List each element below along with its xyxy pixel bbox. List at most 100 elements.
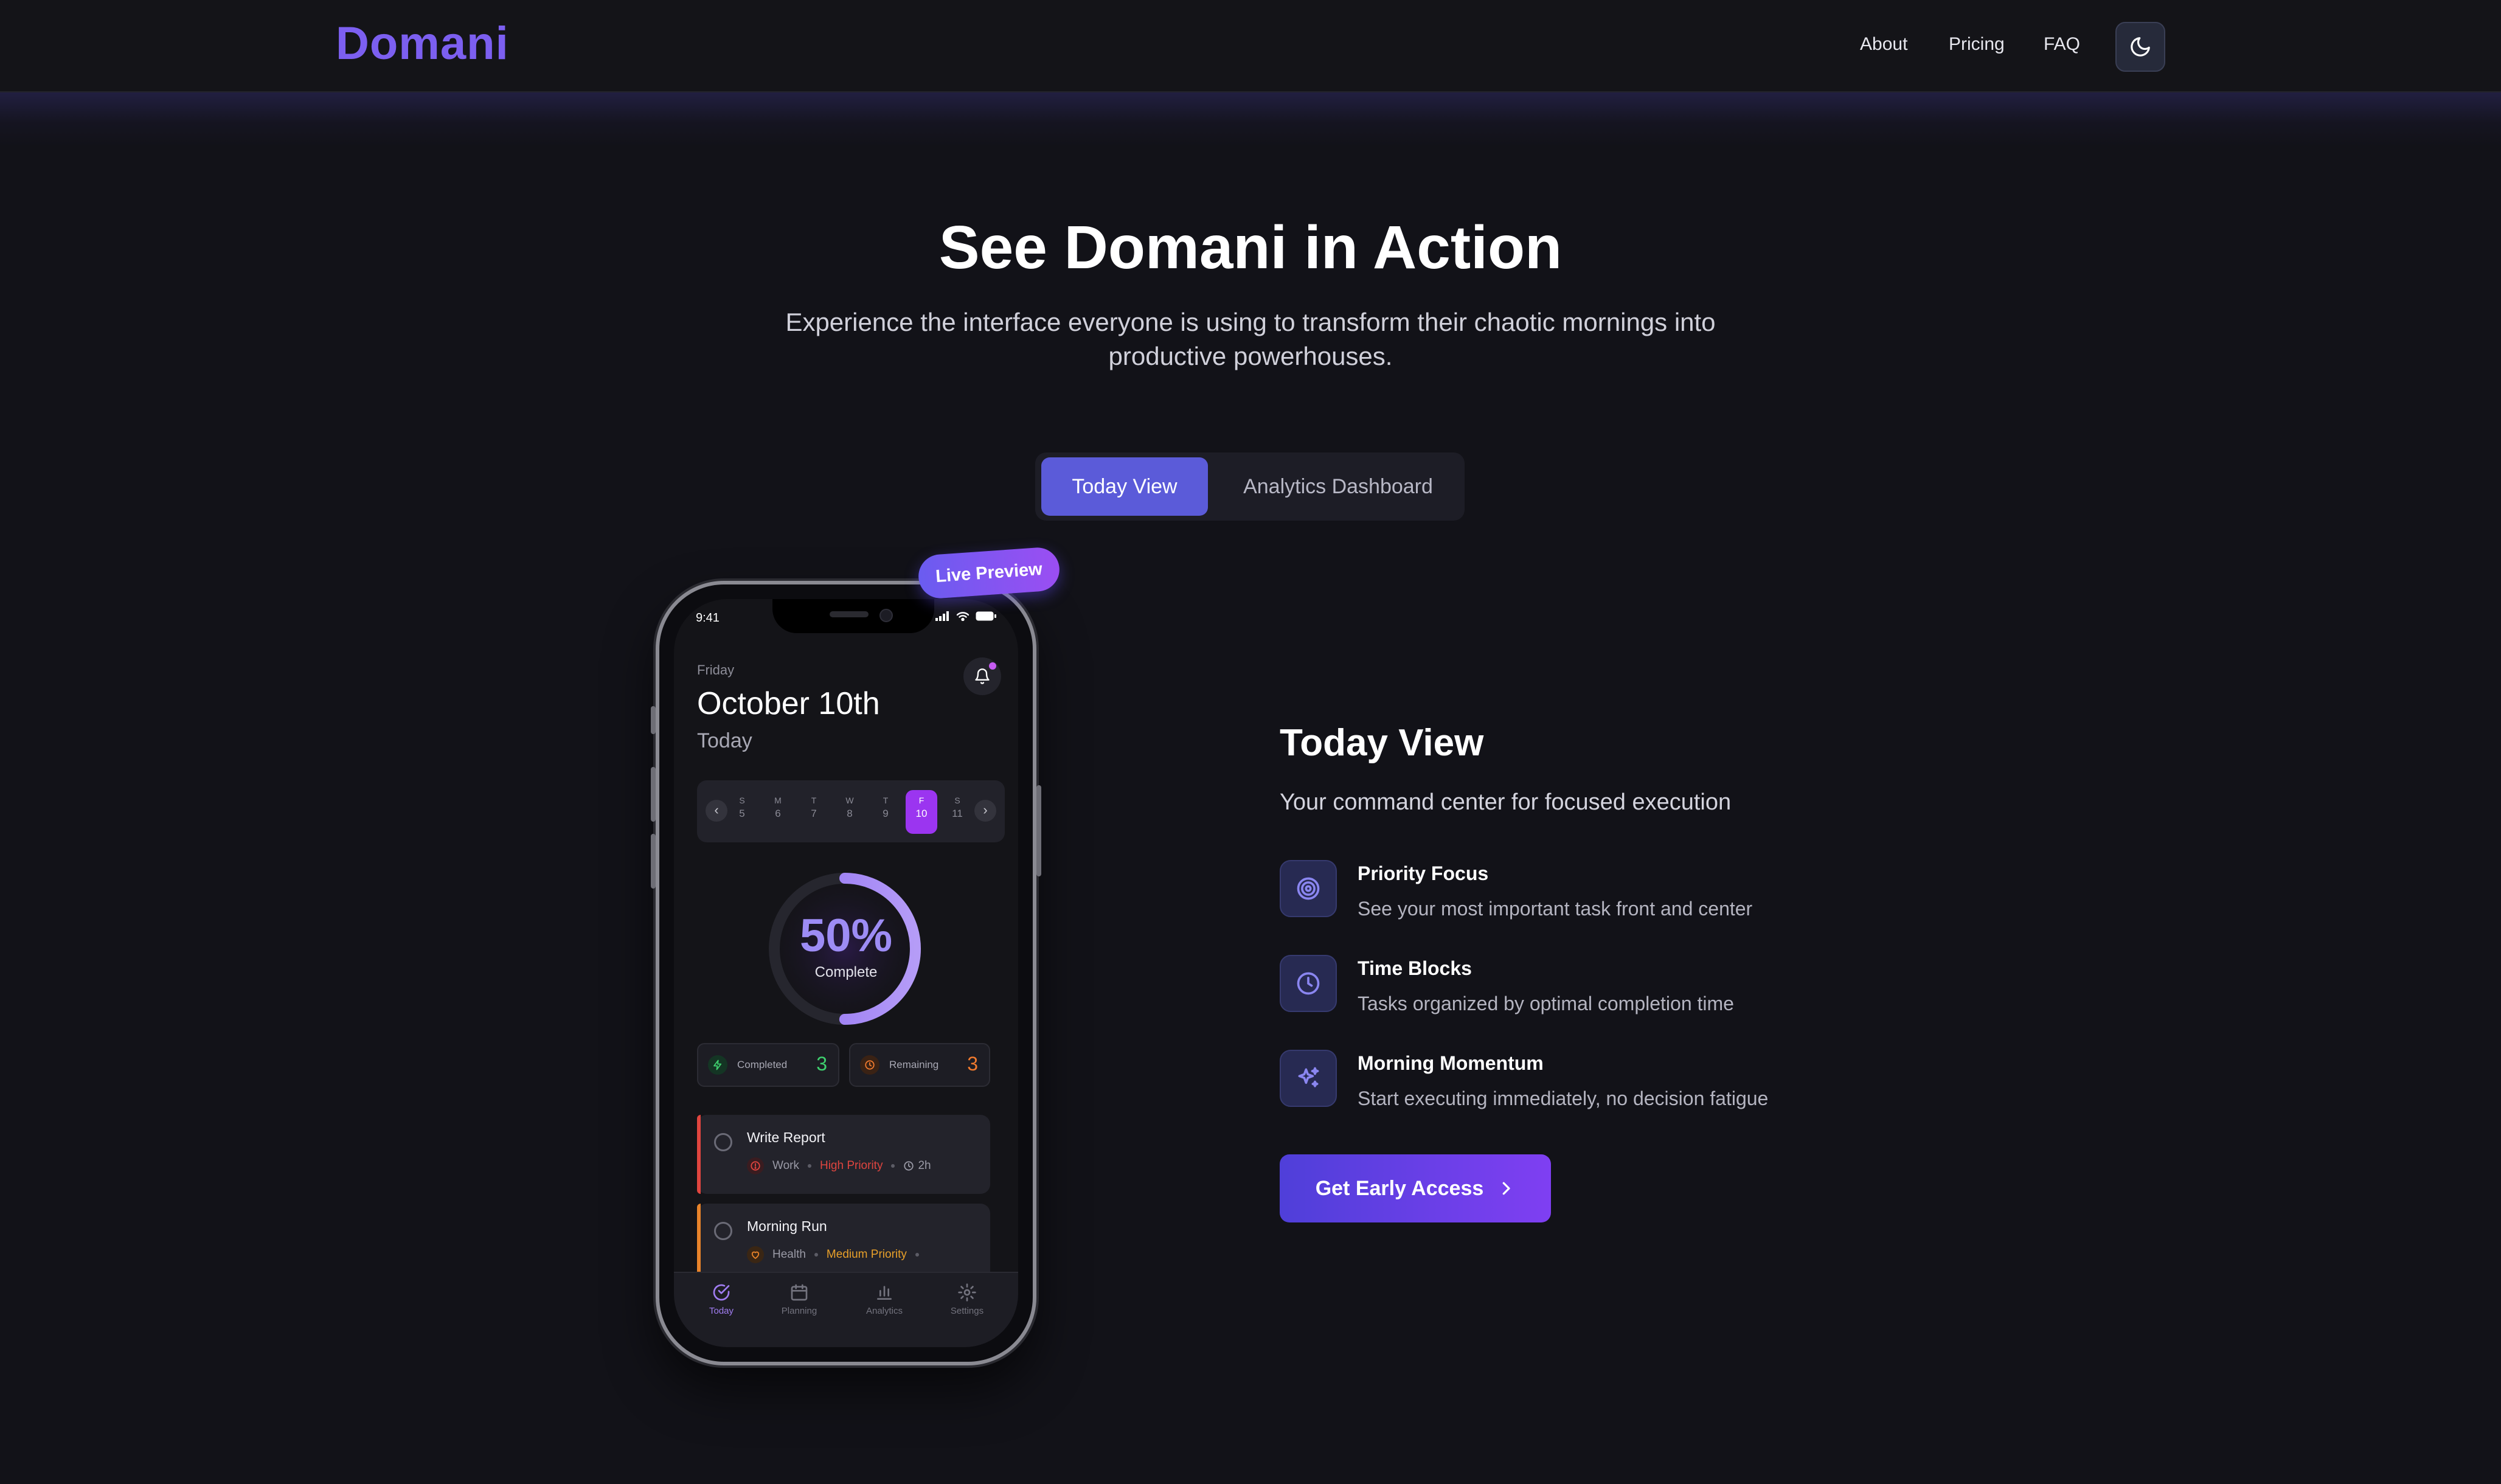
get-early-access-button[interactable]: Get Early Access bbox=[1280, 1154, 1551, 1222]
cta-label: Get Early Access bbox=[1315, 1176, 1484, 1200]
task-priority: High Priority bbox=[819, 1159, 883, 1172]
tabbar-label: Analytics bbox=[865, 1306, 903, 1316]
chevron-right-icon bbox=[1502, 1182, 1510, 1195]
week-day-selected[interactable]: F 10 bbox=[906, 790, 937, 834]
signal-icon bbox=[935, 611, 949, 621]
week-strip: ‹ S5 M6 T7 W8 T9 F 10 S 11 › bbox=[697, 780, 1005, 842]
battery-icon bbox=[976, 611, 996, 621]
week-day[interactable]: S5 bbox=[730, 794, 754, 820]
nav-link-about[interactable]: About bbox=[1860, 34, 1907, 55]
remaining-count: 3 bbox=[967, 1053, 978, 1075]
speaker-grille bbox=[830, 611, 869, 617]
phone-today-label: Today bbox=[697, 729, 752, 752]
target-icon bbox=[1280, 860, 1337, 917]
tabbar-planning[interactable]: Planning bbox=[763, 1283, 836, 1316]
clock-icon bbox=[860, 1055, 879, 1075]
completed-count: 3 bbox=[816, 1053, 827, 1075]
week-day[interactable]: M6 bbox=[766, 794, 790, 820]
tab-analytics-dashboard[interactable]: Analytics Dashboard bbox=[1218, 457, 1459, 516]
gear-icon bbox=[958, 1283, 976, 1302]
feature-title: Time Blocks bbox=[1358, 957, 1472, 979]
theme-toggle-button[interactable] bbox=[2115, 22, 2165, 72]
clock-icon bbox=[1280, 955, 1337, 1012]
camera-icon bbox=[879, 609, 893, 622]
calendar-icon bbox=[791, 1284, 808, 1301]
phone-tab-bar: Today Planning Analytics Settings bbox=[674, 1272, 1018, 1347]
phone-screen: 9:41 Friday October 10th Today ‹ S5 M6 T… bbox=[674, 599, 1018, 1347]
task-duration: 2h bbox=[918, 1159, 931, 1172]
feature-description: See your most important task front and c… bbox=[1358, 898, 1753, 920]
phone-day-label: Friday bbox=[697, 662, 735, 678]
tabbar-settings[interactable]: Settings bbox=[931, 1283, 1004, 1316]
view-tabs: Today View Analytics Dashboard bbox=[1035, 452, 1465, 521]
task-title: Write Report bbox=[747, 1129, 825, 1145]
feature-panel-subtitle: Your command center for focused executio… bbox=[1280, 789, 1732, 815]
phone-power-button bbox=[1036, 785, 1041, 876]
progress-percent: 50% bbox=[799, 910, 893, 962]
phone-date-title: October 10th bbox=[697, 686, 880, 721]
priority-bar bbox=[697, 1204, 701, 1283]
moon-icon bbox=[2131, 37, 2150, 57]
week-day[interactable]: T9 bbox=[873, 794, 898, 820]
task-checkbox[interactable] bbox=[714, 1133, 732, 1151]
nav-link-faq[interactable]: FAQ bbox=[2044, 34, 2080, 55]
phone-mute-switch bbox=[651, 706, 656, 734]
section-title: See Domani in Action bbox=[938, 213, 1563, 282]
sparkles-icon bbox=[1280, 1050, 1337, 1107]
clock-icon bbox=[904, 1161, 914, 1171]
task-title: Morning Run bbox=[747, 1218, 827, 1234]
live-preview-badge: Live Preview bbox=[917, 546, 1061, 600]
priority-bar bbox=[697, 1115, 701, 1194]
separator-dot bbox=[891, 1164, 895, 1168]
status-time: 9:41 bbox=[696, 611, 720, 625]
task-category: Work bbox=[772, 1159, 799, 1172]
phone-volume-up bbox=[651, 767, 656, 822]
notification-button[interactable] bbox=[963, 657, 1001, 695]
next-week-button[interactable]: › bbox=[974, 800, 996, 822]
check-circle-icon bbox=[713, 1284, 730, 1301]
feature-title: Morning Momentum bbox=[1358, 1052, 1544, 1074]
tabbar-today[interactable]: Today bbox=[685, 1283, 758, 1316]
separator-dot bbox=[915, 1253, 919, 1257]
lightning-icon bbox=[708, 1055, 727, 1075]
week-day[interactable]: W8 bbox=[838, 794, 862, 820]
tab-today-view[interactable]: Today View bbox=[1041, 457, 1208, 516]
tabbar-analytics[interactable]: Analytics bbox=[848, 1283, 921, 1316]
task-priority: Medium Priority bbox=[826, 1248, 907, 1261]
tabbar-label: Planning bbox=[781, 1306, 817, 1316]
task-card[interactable]: Write Report Work High Priority 2h bbox=[697, 1115, 990, 1194]
phone-mockup: 9:41 Friday October 10th Today ‹ S5 M6 T… bbox=[651, 581, 1041, 1365]
task-checkbox[interactable] bbox=[714, 1222, 732, 1240]
week-day[interactable]: T7 bbox=[802, 794, 826, 820]
prev-week-button[interactable]: ‹ bbox=[706, 800, 727, 822]
phone-notch bbox=[772, 599, 934, 633]
tabbar-label: Today bbox=[709, 1306, 734, 1316]
tabbar-label: Settings bbox=[950, 1306, 984, 1316]
top-nav: Domani About Pricing FAQ bbox=[0, 0, 2501, 92]
bell-icon bbox=[975, 668, 990, 684]
bar-chart-icon bbox=[877, 1286, 892, 1300]
heart-icon bbox=[747, 1246, 764, 1263]
feature-title: Priority Focus bbox=[1358, 862, 1489, 884]
header-glow bbox=[0, 92, 2501, 147]
status-icons bbox=[935, 611, 996, 621]
task-category: Health bbox=[772, 1248, 806, 1261]
progress-label: Complete bbox=[814, 964, 878, 980]
nav-link-pricing[interactable]: Pricing bbox=[1949, 34, 2005, 55]
separator-dot bbox=[814, 1253, 818, 1257]
task-meta: Work High Priority 2h bbox=[747, 1157, 931, 1174]
notification-dot bbox=[989, 662, 996, 670]
feature-description: Tasks organized by optimal completion ti… bbox=[1358, 993, 1734, 1014]
separator-dot bbox=[807, 1164, 811, 1168]
week-day[interactable]: S 11 bbox=[945, 794, 970, 820]
remaining-stat-card: Remaining 3 bbox=[849, 1043, 990, 1087]
wifi-icon bbox=[956, 612, 970, 621]
brand-logo[interactable]: Domani bbox=[336, 17, 509, 70]
remaining-label: Remaining bbox=[889, 1059, 939, 1070]
section-subtitle: Experience the interface everyone is usi… bbox=[785, 308, 1716, 370]
completed-label: Completed bbox=[737, 1059, 788, 1070]
alert-icon bbox=[747, 1157, 764, 1174]
task-card[interactable]: Morning Run Health Medium Priority bbox=[697, 1204, 990, 1283]
phone-volume-down bbox=[651, 834, 656, 889]
completed-stat-card: Completed 3 bbox=[697, 1043, 839, 1087]
